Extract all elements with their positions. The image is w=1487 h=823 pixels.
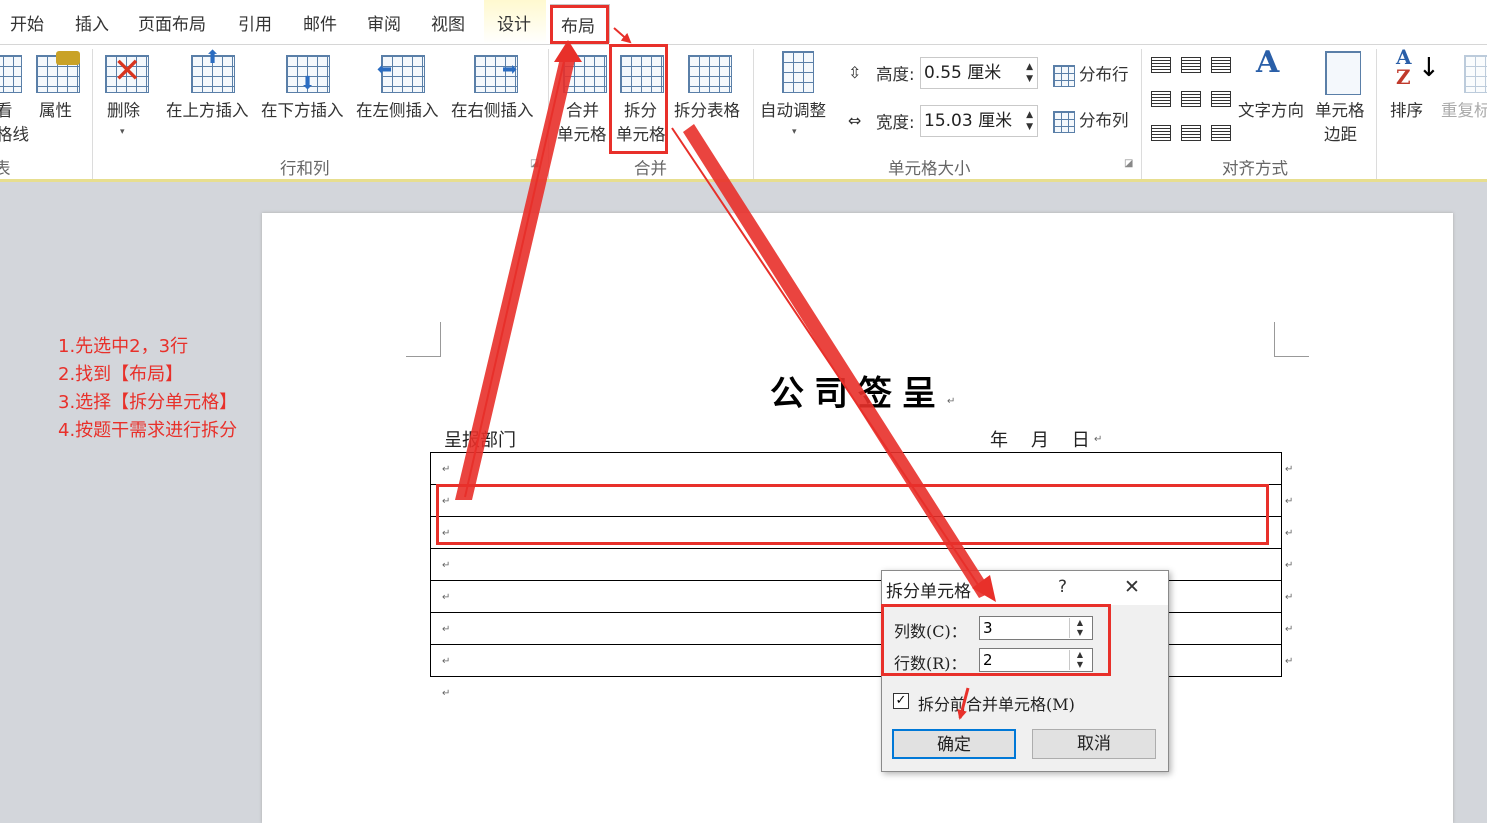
- arrow-head-layout: [554, 40, 582, 62]
- arrow-to-split-button: [613, 27, 632, 44]
- arrow-to-ok: [957, 687, 970, 720]
- annotation-arrows: [455, 27, 996, 720]
- arrow-thick-to-dialog: [683, 124, 992, 598]
- arrow-thick-to-layout: [455, 58, 575, 500]
